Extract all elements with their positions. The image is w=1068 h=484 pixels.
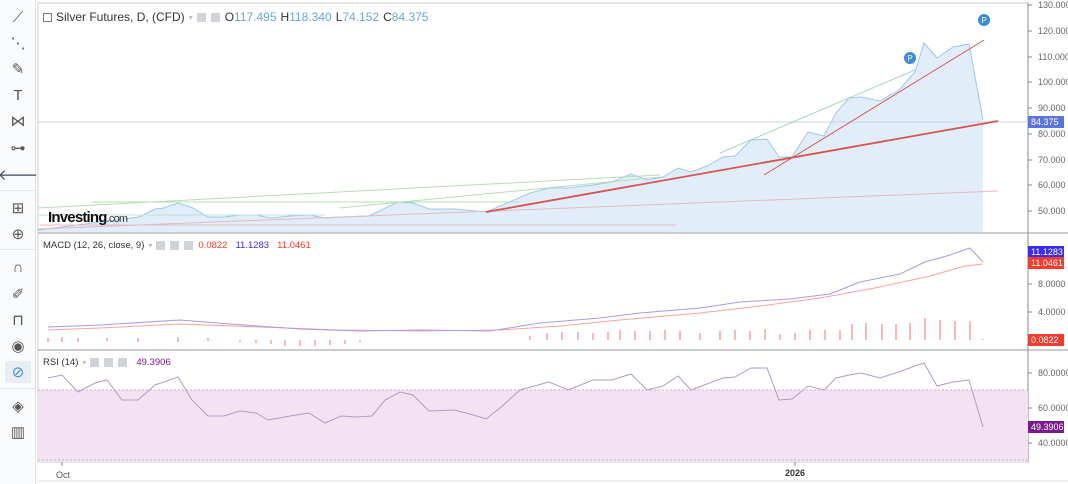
price-tick: 60.000 [1038, 180, 1066, 190]
macd-hist-value: 0.0822 [198, 240, 228, 251]
signal-price-label: 11.0461 [1028, 257, 1064, 269]
macd-legend: MACD (12, 26, close, 9) ▾ 0.0822 11.1283 … [43, 240, 311, 251]
hist-price-label: 0.0822 [1028, 334, 1064, 346]
rsi-title[interactable]: RSI (14) [43, 357, 78, 368]
chevron-down-icon[interactable]: ▾ [189, 13, 193, 22]
price-axis-ticks [1028, 4, 1032, 212]
collapse-icon[interactable] [43, 12, 52, 22]
chevron-down-icon[interactable]: ▾ [82, 358, 86, 367]
rsi-tick: 80.0000 [1038, 368, 1068, 378]
macd-value: 11.1283 [235, 240, 270, 251]
rsi-band [38, 390, 1028, 461]
svg-text:P: P [907, 54, 912, 63]
close-value: 84.375 [391, 10, 429, 24]
macd-tick: 8.0000 [1038, 279, 1066, 289]
settings-icon[interactable] [210, 12, 220, 22]
price-tick: 50.000 [1038, 206, 1066, 216]
investing-logo: Investing.com [48, 209, 128, 226]
price-tick: 90.000 [1038, 103, 1066, 113]
settings-icon[interactable] [170, 241, 180, 250]
eye-icon[interactable] [156, 241, 166, 250]
rsi-tick: 40.0000 [1038, 438, 1068, 448]
rsi-tick: 60.0000 [1038, 403, 1068, 413]
time-label: 2026 [785, 468, 806, 478]
rsi-price-label: 49.3906 [1028, 421, 1064, 433]
macd-tick: 4.0000 [1038, 307, 1066, 317]
last-price-label: 84.375 [1028, 116, 1064, 128]
eye-icon[interactable] [90, 358, 100, 367]
svg-text:P: P [981, 16, 986, 25]
eye-icon[interactable] [196, 12, 206, 22]
marker-p[interactable]: P [978, 14, 990, 26]
rsi-value: 49.3906 [136, 357, 171, 368]
marker-p[interactable]: P [904, 52, 916, 64]
symbol-title[interactable]: Silver Futures, D, (CFD) [56, 10, 185, 24]
main-legend: Silver Futures, D, (CFD) ▾ O 117.495 H 118.… [43, 10, 428, 24]
price-tick: 100.000 [1038, 77, 1068, 87]
rsi-legend: RSI (14) ▾ 49.3906 [43, 357, 171, 368]
macd-signal-value: 11.0461 [277, 240, 311, 251]
price-tick: 70.000 [1038, 155, 1066, 165]
high-value: 118.340 [289, 10, 332, 24]
low-value: 74.152 [342, 10, 380, 24]
close-icon[interactable] [184, 241, 194, 250]
price-tick: 110.000 [1038, 52, 1068, 62]
close-icon[interactable] [118, 358, 128, 367]
chevron-down-icon[interactable]: ▾ [148, 241, 152, 250]
price-tick: 130.000 [1038, 0, 1068, 10]
time-label: Oct [56, 470, 71, 480]
macd-title[interactable]: MACD (12, 26, close, 9) [43, 240, 144, 251]
open-value: 117.495 [234, 10, 277, 24]
price-tick: 120.000 [1038, 26, 1068, 36]
settings-icon[interactable] [104, 358, 114, 367]
price-tick: 80.000 [1038, 129, 1066, 139]
